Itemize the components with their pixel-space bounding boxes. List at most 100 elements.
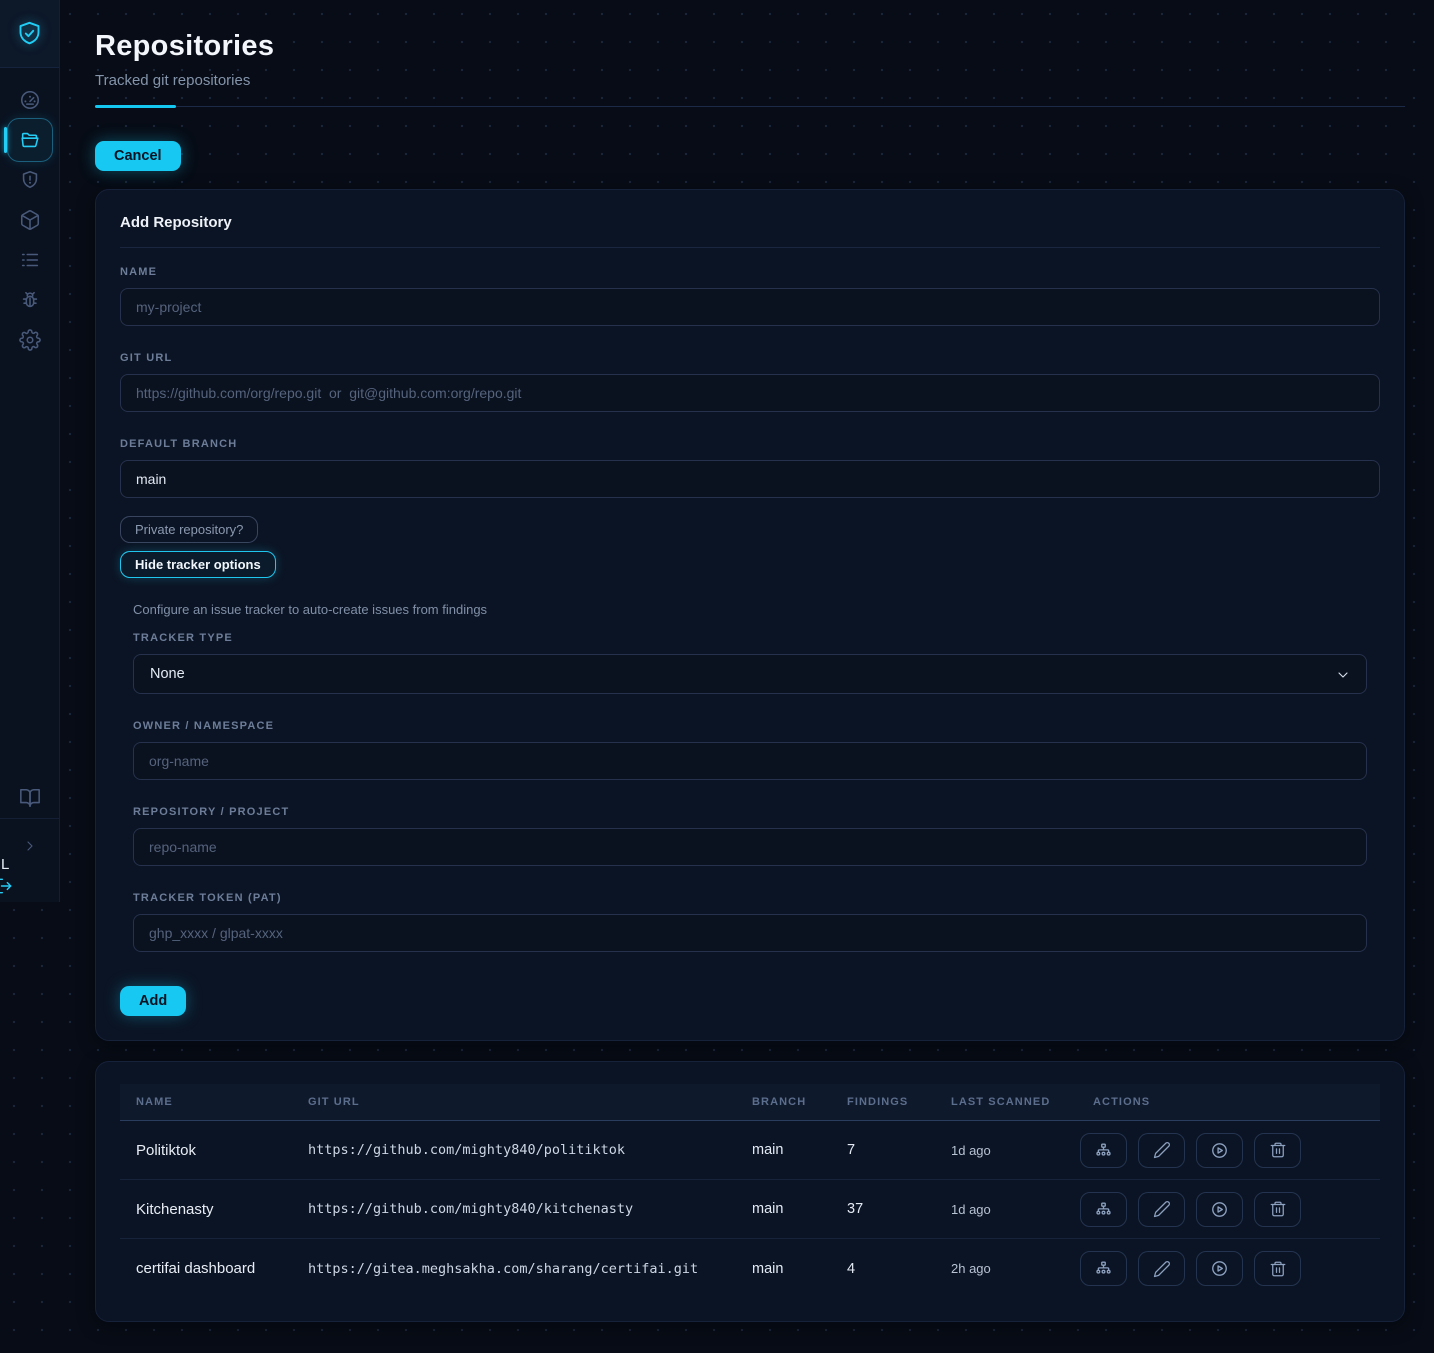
default-branch-input[interactable] [120,460,1380,498]
sidebar-item-bugs[interactable] [0,280,60,320]
logout-button[interactable] [0,876,14,901]
owner-namespace-label: OWNER / NAMESPACE [133,720,1367,732]
table-body: Politiktok https://github.com/mighty840/… [120,1121,1380,1298]
header-divider [95,105,1405,108]
hide-tracker-options-button[interactable]: Hide tracker options [120,551,276,578]
gauge-icon [19,89,41,111]
git-url-label: GIT URL [120,352,1380,364]
pencil-icon [1153,1200,1171,1218]
edit-button[interactable] [1138,1251,1185,1286]
owner-namespace-input[interactable] [133,742,1367,780]
tracker-type-select[interactable]: None [133,654,1367,694]
sidebar-item-dependencies[interactable] [0,200,60,240]
trash-icon [1269,1260,1287,1278]
shield-alert-icon [19,169,41,191]
view-tree-button[interactable] [1080,1192,1127,1227]
view-tree-button[interactable] [1080,1251,1127,1286]
table-header-row: NAME GIT URL BRANCH FINDINGS LAST SCANNE… [120,1084,1380,1121]
pencil-icon [1153,1141,1171,1159]
delete-button[interactable] [1254,1251,1301,1286]
column-header-findings: FINDINGS [831,1096,935,1108]
column-header-last-scanned: LAST SCANNED [935,1096,1077,1108]
active-indicator [4,127,7,153]
view-tree-button[interactable] [1080,1133,1127,1168]
play-circle-icon [1210,1259,1229,1278]
repo-last-scanned: 2h ago [935,1261,1077,1276]
run-scan-button[interactable] [1196,1251,1243,1286]
package-icon [19,209,41,231]
table-row: certifai dashboard https://gitea.meghsak… [120,1239,1380,1298]
tracker-type-value: None [150,666,185,682]
column-header-actions: ACTIONS [1077,1096,1380,1108]
sitemap-icon [1094,1259,1113,1278]
sidebar-item-settings[interactable] [0,320,60,360]
row-actions [1077,1192,1380,1227]
repo-git-url: https://github.com/mighty840/politiktok [292,1142,736,1158]
repositories-table-card: NAME GIT URL BRANCH FINDINGS LAST SCANNE… [95,1061,1405,1322]
tracker-options-section: Configure an issue tracker to auto-creat… [133,602,1367,952]
trash-icon [1269,1200,1287,1218]
private-repository-toggle[interactable]: Private repository? [120,516,258,543]
edit-button[interactable] [1138,1133,1185,1168]
chevron-down-icon [1335,667,1351,683]
sidebar-item-docs[interactable] [0,778,60,818]
play-circle-icon [1210,1200,1229,1219]
page-subtitle: Tracked git repositories [95,72,1405,89]
sidebar: L [0,0,60,902]
git-url-input[interactable] [120,374,1380,412]
logout-icon [0,876,14,896]
column-header-name: NAME [120,1096,292,1108]
card-title: Add Repository [120,214,1380,231]
name-label: NAME [120,266,1380,278]
repo-name: Politiktok [120,1142,292,1159]
app-logo[interactable] [0,0,59,68]
edit-button[interactable] [1138,1192,1185,1227]
folder-icon [19,129,41,151]
delete-button[interactable] [1254,1192,1301,1227]
default-branch-label: DEFAULT BRANCH [120,438,1380,450]
row-actions [1077,1251,1380,1286]
add-repository-card: Add Repository NAME GIT URL DEFAULT BRAN… [95,189,1405,1041]
sitemap-icon [1094,1141,1113,1160]
table-row: Kitchenasty https://github.com/mighty840… [120,1180,1380,1239]
sitemap-icon [1094,1200,1113,1219]
sidebar-item-findings[interactable] [0,160,60,200]
repo-last-scanned: 1d ago [935,1202,1077,1217]
gear-icon [19,329,41,351]
add-button[interactable]: Add [120,986,186,1016]
main-content: Repositories Tracked git repositories Ca… [60,0,1434,1322]
column-header-branch: BRANCH [736,1096,831,1108]
trash-icon [1269,1141,1287,1159]
cancel-button[interactable]: Cancel [95,141,181,171]
chevron-right-icon [22,838,38,854]
tracker-token-input[interactable] [133,914,1367,952]
run-scan-button[interactable] [1196,1192,1243,1227]
delete-button[interactable] [1254,1133,1301,1168]
repository-project-input[interactable] [133,828,1367,866]
column-header-git-url: GIT URL [292,1096,736,1108]
repo-findings-count: 7 [831,1142,935,1158]
book-icon [19,787,41,809]
run-scan-button[interactable] [1196,1133,1243,1168]
page-title: Repositories [95,30,1405,63]
sidebar-item-repositories[interactable] [7,118,53,162]
row-actions [1077,1133,1380,1168]
repo-name: certifai dashboard [120,1260,292,1277]
table-row: Politiktok https://github.com/mighty840/… [120,1121,1380,1180]
tracker-description: Configure an issue tracker to auto-creat… [133,602,1367,617]
name-input[interactable] [120,288,1380,326]
card-divider [120,247,1380,248]
tracker-token-label: TRACKER TOKEN (PAT) [133,892,1367,904]
repo-branch: main [736,1261,831,1277]
shield-check-icon [16,20,43,47]
repo-findings-count: 4 [831,1261,935,1277]
repo-last-scanned: 1d ago [935,1143,1077,1158]
tracker-type-label: TRACKER TYPE [133,632,1367,644]
sidebar-item-dashboard[interactable] [0,80,60,120]
repo-branch: main [736,1142,831,1158]
bug-icon [19,289,41,311]
pencil-icon [1153,1260,1171,1278]
repo-git-url: https://github.com/mighty840/kitchenasty [292,1201,736,1217]
repo-name: Kitchenasty [120,1201,292,1218]
sidebar-item-issues[interactable] [0,240,60,280]
